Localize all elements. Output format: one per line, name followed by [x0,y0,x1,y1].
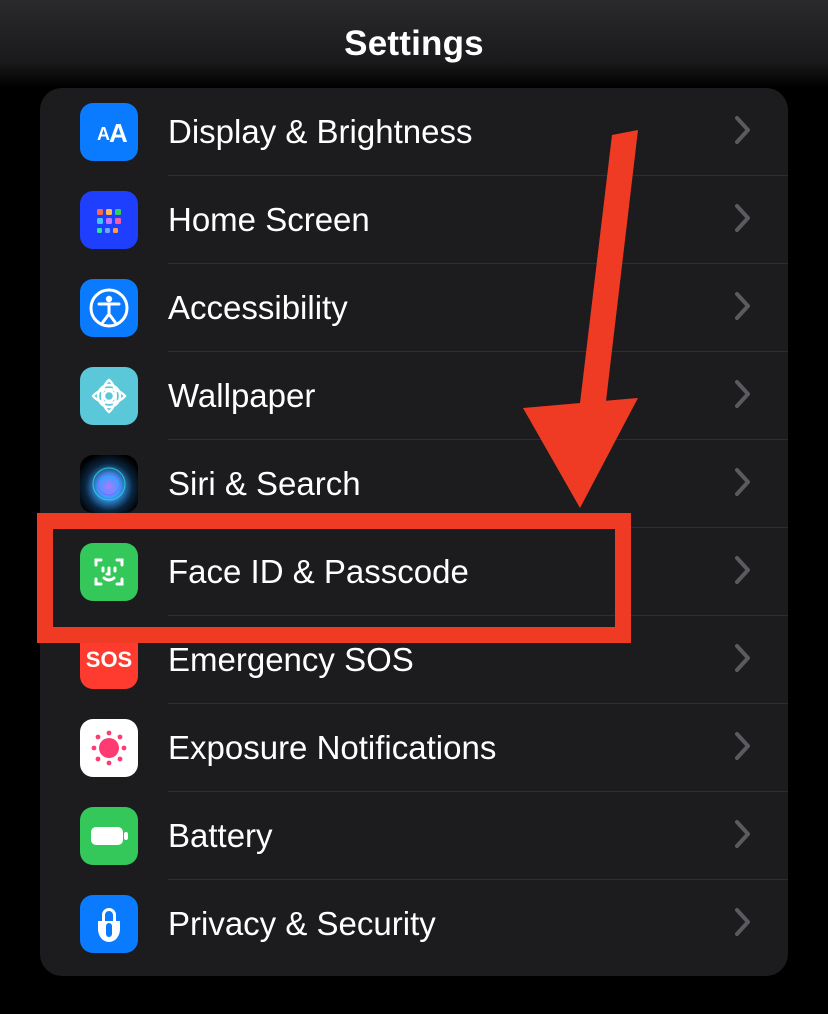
chevron-right-icon [734,907,752,942]
face-id-icon [80,543,138,601]
chevron-right-icon [734,819,752,854]
chevron-right-icon [734,379,752,414]
row-label: Battery [168,817,734,855]
row-label: Display & Brightness [168,113,734,151]
row-accessibility[interactable]: Accessibility [40,264,788,352]
chevron-right-icon [734,115,752,150]
chevron-right-icon [734,291,752,326]
chevron-right-icon [734,555,752,590]
row-wallpaper[interactable]: Wallpaper [40,352,788,440]
home-screen-icon [80,191,138,249]
emergency-sos-icon: SOS [80,631,138,689]
row-label: Home Screen [168,201,734,239]
chevron-right-icon [734,731,752,766]
chevron-right-icon [734,643,752,678]
row-label: Emergency SOS [168,641,734,679]
row-privacy-security[interactable]: Privacy & Security [40,880,788,968]
header: Settings [0,0,828,88]
chevron-right-icon [734,467,752,502]
row-label: Exposure Notifications [168,729,734,767]
row-home-screen[interactable]: Home Screen [40,176,788,264]
row-label: Siri & Search [168,465,734,503]
row-label: Privacy & Security [168,905,734,943]
settings-list: A A Display & Brightness Home Scree [40,88,788,976]
row-emergency-sos[interactable]: SOS Emergency SOS [40,616,788,704]
row-display-brightness[interactable]: A A Display & Brightness [40,88,788,176]
wallpaper-icon [80,367,138,425]
row-label: Wallpaper [168,377,734,415]
accessibility-icon [80,279,138,337]
display-brightness-icon: A A [80,103,138,161]
svg-text:A: A [109,118,128,148]
siri-icon [80,455,138,513]
exposure-notifications-icon [80,719,138,777]
battery-icon [80,807,138,865]
privacy-security-icon [80,895,138,953]
page-title: Settings [344,24,484,64]
chevron-right-icon [734,203,752,238]
row-face-id-passcode[interactable]: Face ID & Passcode [40,528,788,616]
row-siri-search[interactable]: Siri & Search [40,440,788,528]
row-exposure-notifications[interactable]: Exposure Notifications [40,704,788,792]
row-battery[interactable]: Battery [40,792,788,880]
row-label: Accessibility [168,289,734,327]
svg-text:SOS: SOS [86,647,132,672]
row-label: Face ID & Passcode [168,553,734,591]
